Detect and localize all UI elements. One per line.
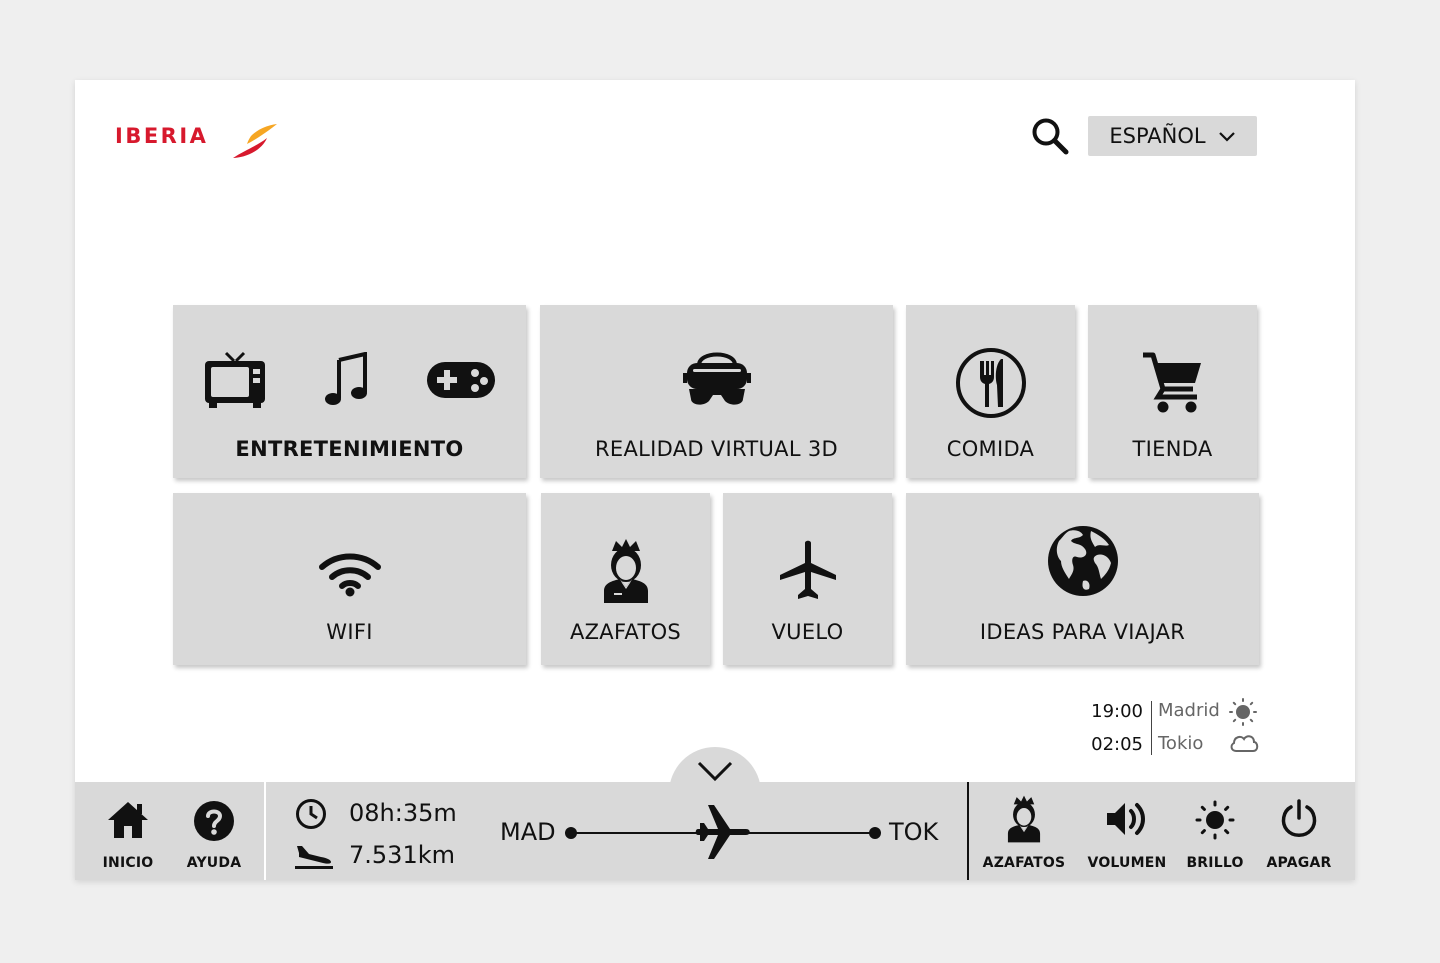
destination-time: 02:05 — [1091, 734, 1143, 755]
tile-label: TIENDA — [1132, 437, 1213, 461]
tv-icon — [204, 351, 265, 408]
destination-city: Tokio — [1158, 733, 1204, 754]
music-note-icon — [324, 352, 367, 405]
origin-city: Madrid — [1158, 700, 1220, 721]
tile-entertainment[interactable]: ENTRETENIMIENTO — [173, 305, 526, 478]
flight-attendant-icon — [603, 539, 648, 603]
remaining-distance: 7.531km — [349, 841, 455, 869]
help-icon — [194, 801, 234, 841]
route-plane-icon — [695, 805, 750, 859]
language-dropdown[interactable]: ESPAÑOL — [1088, 116, 1257, 156]
origin-time: 19:00 — [1091, 701, 1143, 722]
landing-icon — [295, 846, 333, 869]
tile-attendants[interactable]: AZAFATOS — [541, 493, 710, 665]
volume-label: VOLUMEN — [1087, 855, 1167, 871]
chevron-down-icon — [697, 761, 733, 782]
bar-divider — [264, 782, 266, 880]
help-button[interactable]: AYUDA — [181, 782, 247, 880]
sun-icon — [1229, 698, 1257, 726]
destination-code: TOK — [889, 818, 939, 846]
tile-label: REALIDAD VIRTUAL 3D — [595, 437, 838, 461]
search-button[interactable] — [1030, 116, 1070, 156]
globe-icon — [1047, 526, 1118, 596]
airplane-icon — [779, 540, 836, 599]
volume-icon — [1107, 803, 1145, 835]
iberia-logo: IBERIA — [115, 122, 280, 162]
cloud-icon — [1230, 735, 1259, 752]
tile-flight[interactable]: VUELO — [723, 493, 892, 665]
destination-dot — [869, 827, 881, 839]
home-icon — [108, 802, 148, 838]
brightness-icon — [1195, 800, 1235, 840]
brightness-button[interactable]: BRILLO — [1182, 782, 1248, 880]
search-icon — [1032, 118, 1069, 155]
cutlery-icon — [955, 348, 1026, 418]
clock-icon — [296, 799, 326, 829]
tile-label: COMIDA — [946, 437, 1035, 461]
clock-divider — [1151, 701, 1152, 755]
shopping-cart-icon — [1142, 352, 1201, 413]
flight-route — [565, 805, 881, 859]
home-button[interactable]: INICIO — [95, 782, 161, 880]
power-label: APAGAR — [1266, 855, 1332, 871]
tile-virtual-reality[interactable]: REALIDAD VIRTUAL 3D — [540, 305, 893, 478]
language-label: ESPAÑOL — [1109, 124, 1206, 148]
vr-headset-icon — [682, 352, 751, 405]
tile-label: AZAFATOS — [569, 620, 682, 644]
ife-screen: IBERIA ESPAÑOL ENTRETENIMIENTO REALIDAD … — [75, 80, 1355, 880]
tile-label: ENTRETENIMIENTO — [235, 437, 464, 461]
attendants-button[interactable]: AZAFATOS — [980, 782, 1068, 880]
volume-button[interactable]: VOLUMEN — [1083, 782, 1171, 880]
remaining-time: 08h:35m — [349, 799, 457, 827]
origin-dot — [565, 827, 577, 839]
gamepad-icon — [426, 362, 495, 398]
tile-label: VUELO — [771, 620, 844, 644]
chevron-down-icon — [1218, 132, 1235, 142]
power-button[interactable]: APAGAR — [1264, 782, 1334, 880]
iberia-wing-icon — [233, 124, 277, 158]
bar-divider — [967, 782, 969, 880]
tile-label: WIFI — [326, 620, 373, 644]
bottom-bar: INICIO AYUDA 08h:35m 7.531km MAD TOK AZA… — [75, 782, 1355, 880]
brightness-label: BRILLO — [1186, 855, 1244, 871]
power-icon — [1281, 799, 1317, 837]
origin-code: MAD — [500, 818, 556, 846]
wifi-icon — [318, 553, 381, 597]
tile-travel-ideas[interactable]: IDEAS PARA VIAJAR — [906, 493, 1259, 665]
tile-shop[interactable]: TIENDA — [1088, 305, 1257, 478]
world-clock: 19:00 02:05 Madrid Tokio — [1085, 697, 1265, 761]
brand-name: IBERIA — [115, 124, 209, 148]
tile-food[interactable]: COMIDA — [906, 305, 1075, 478]
tile-wifi[interactable]: WIFI — [173, 493, 526, 665]
flight-attendant-icon — [1007, 795, 1041, 843]
tile-label: IDEAS PARA VIAJAR — [979, 620, 1186, 644]
home-label: INICIO — [102, 855, 154, 871]
attendants-label: AZAFATOS — [982, 855, 1066, 871]
help-label: AYUDA — [186, 855, 242, 871]
